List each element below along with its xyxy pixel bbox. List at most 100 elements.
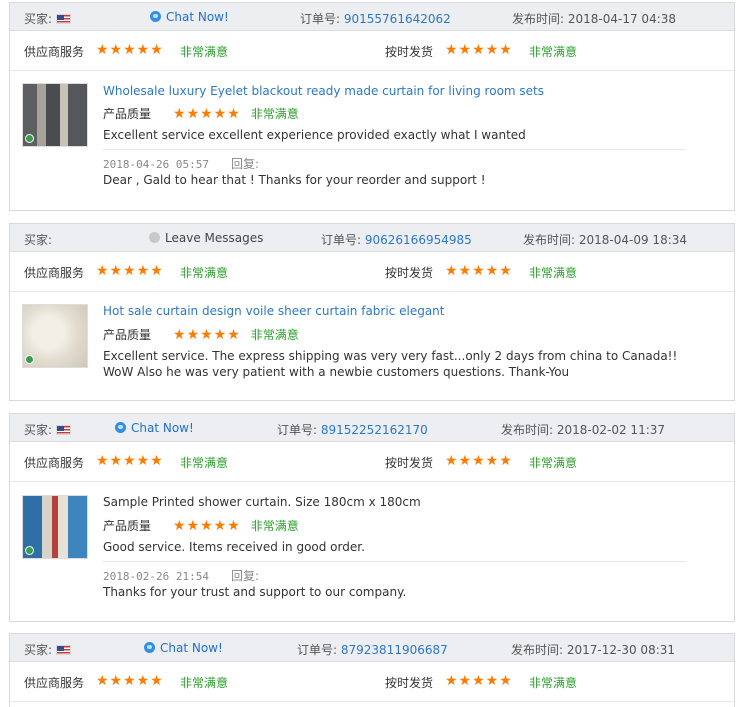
product-thumbnail[interactable] bbox=[22, 304, 88, 368]
product-thumbnail[interactable] bbox=[22, 495, 88, 559]
product-link[interactable]: Hot sale curtain design voile sheer curt… bbox=[103, 304, 444, 318]
order-number-link[interactable]: 87923811906687 bbox=[341, 643, 448, 657]
order-number-link[interactable]: 90155761642062 bbox=[344, 12, 451, 26]
publish-label: 发布时间: bbox=[511, 643, 564, 657]
buyer-field: 买家: bbox=[24, 421, 72, 438]
us-flag-icon bbox=[56, 425, 72, 435]
order-number-link[interactable]: 89152252162170 bbox=[321, 423, 428, 437]
us-flag-icon bbox=[56, 645, 72, 655]
publish-time: 2018-04-17 04:38 bbox=[567, 12, 677, 26]
chat-now-label: Chat Now! bbox=[131, 421, 194, 435]
satisfaction-text: 非常满意 bbox=[250, 519, 299, 533]
quality-rating: 产品质量 ★★★★★ 非常满意 bbox=[103, 517, 299, 534]
badge-icon bbox=[25, 134, 34, 143]
rating-row: 供应商服务 ★★★★★ 非常满意 按时发货 ★★★★★ 非常满意 bbox=[10, 442, 734, 482]
on-time-label: 按时发货 bbox=[385, 456, 434, 470]
rating-row: 供应商服务 ★★★★★ 非常满意 按时发货 ★★★★★ 非常满意 bbox=[10, 252, 734, 292]
rating-row: 供应商服务 ★★★★★ 非常满意 按时发货 ★★★★★ 非常满意 bbox=[10, 662, 734, 702]
offline-status-icon bbox=[149, 232, 160, 243]
reply-date: 2018-02-26 21:54 bbox=[103, 570, 209, 583]
badge-icon bbox=[25, 355, 34, 364]
order-label: 订单号: bbox=[277, 423, 318, 437]
star-rating-icon: ★★★★★ bbox=[173, 106, 241, 122]
on-time-label: 按时发货 bbox=[385, 45, 434, 59]
reply-label: 回复: bbox=[230, 157, 260, 171]
review-header: 买家: Chat Now! 订单号: 89152252162170 发布时间: … bbox=[10, 414, 734, 442]
publish-label: 发布时间: bbox=[523, 233, 576, 247]
buyer-field: 买家: bbox=[24, 10, 72, 27]
order-field: 订单号: 90155761642062 bbox=[300, 10, 451, 27]
on-time-label: 按时发货 bbox=[385, 266, 434, 280]
buyer-label: 买家: bbox=[24, 643, 53, 657]
chat-bubble-icon bbox=[115, 422, 126, 433]
buyer-field: 买家: bbox=[24, 641, 72, 658]
rating-row: 供应商服务 ★★★★★ 非常满意 按时发货 ★★★★★ 非常满意 bbox=[10, 31, 734, 71]
reply-label: 回复: bbox=[230, 569, 260, 583]
review-header: 买家: Chat Now! 订单号: 90155761642062 发布时间: … bbox=[10, 3, 734, 31]
reply-text: Dear , Gald to hear that ! Thanks for yo… bbox=[103, 173, 486, 187]
review-comment: Excellent service. The express shipping … bbox=[103, 349, 678, 379]
review-comment: Good service. Items received in good ord… bbox=[103, 540, 365, 554]
star-rating-icon: ★★★★★ bbox=[173, 327, 241, 343]
satisfaction-text: 非常满意 bbox=[180, 45, 229, 59]
leave-messages-link[interactable]: Leave Messages bbox=[149, 231, 263, 245]
star-rating-icon: ★★★★★ bbox=[96, 673, 164, 689]
product-thumbnail[interactable] bbox=[22, 83, 88, 147]
product-link[interactable]: Wholesale luxury Eyelet blackout ready m… bbox=[103, 84, 544, 98]
chat-now-label: Chat Now! bbox=[166, 10, 229, 24]
supplier-service-label: 供应商服务 bbox=[24, 45, 85, 59]
supplier-service-label: 供应商服务 bbox=[24, 266, 85, 280]
order-number-link[interactable]: 90626166954985 bbox=[365, 233, 472, 247]
publish-time: 2018-02-02 11:37 bbox=[556, 423, 666, 437]
order-label: 订单号: bbox=[300, 12, 341, 26]
satisfaction-text: 非常满意 bbox=[529, 45, 578, 59]
reply-text: Thanks for your trust and support to our… bbox=[103, 585, 407, 599]
satisfaction-text: 非常满意 bbox=[529, 456, 578, 470]
star-rating-icon: ★★★★★ bbox=[96, 453, 164, 469]
publish-label: 发布时间: bbox=[501, 423, 554, 437]
star-rating-icon: ★★★★★ bbox=[445, 453, 513, 469]
on-time-label: 按时发货 bbox=[385, 676, 434, 690]
divider bbox=[103, 149, 686, 150]
quality-rating: 产品质量 ★★★★★ 非常满意 bbox=[103, 326, 299, 343]
publish-time: 2018-04-09 18:34 bbox=[578, 233, 688, 247]
satisfaction-text: 非常满意 bbox=[529, 266, 578, 280]
satisfaction-text: 非常满意 bbox=[180, 266, 229, 280]
reply-meta: 2018-02-26 21:54 回复: bbox=[103, 567, 259, 584]
buyer-label: 买家: bbox=[24, 233, 53, 247]
buyer-label: 买家: bbox=[24, 423, 53, 437]
satisfaction-text: 非常满意 bbox=[250, 107, 299, 121]
review-comment: Excellent service excellent experience p… bbox=[103, 128, 526, 142]
product-title[interactable]: Sample Printed shower curtain. Size 180c… bbox=[103, 495, 421, 509]
review-card: 买家: Chat Now! 订单号: 87923811906687 发布时间: … bbox=[9, 633, 735, 707]
quality-label: 产品质量 bbox=[103, 328, 152, 342]
buyer-field: 买家: bbox=[24, 231, 52, 248]
publish-label: 发布时间: bbox=[512, 12, 565, 26]
chat-now-link[interactable]: Chat Now! bbox=[144, 641, 223, 655]
star-rating-icon: ★★★★★ bbox=[173, 518, 241, 534]
order-field: 订单号: 90626166954985 bbox=[321, 231, 472, 248]
star-rating-icon: ★★★★★ bbox=[445, 673, 513, 689]
satisfaction-text: 非常满意 bbox=[250, 328, 299, 342]
chat-now-link[interactable]: Chat Now! bbox=[115, 421, 194, 435]
chat-now-label: Chat Now! bbox=[160, 641, 223, 655]
review-header: 买家: Chat Now! 订单号: 87923811906687 发布时间: … bbox=[10, 634, 734, 662]
divider bbox=[103, 561, 686, 562]
chat-now-link[interactable]: Chat Now! bbox=[150, 10, 229, 24]
chat-bubble-icon bbox=[144, 642, 155, 653]
order-label: 订单号: bbox=[297, 643, 338, 657]
publish-field: 发布时间: 2018-02-02 11:37 bbox=[501, 421, 665, 438]
chat-bubble-icon bbox=[150, 11, 161, 22]
publish-time: 2017-12-30 08:31 bbox=[566, 643, 676, 657]
review-card: 买家: Chat Now! 订单号: 90155761642062 发布时间: … bbox=[9, 2, 735, 211]
supplier-service-label: 供应商服务 bbox=[24, 676, 85, 690]
publish-field: 发布时间: 2018-04-09 18:34 bbox=[523, 231, 687, 248]
star-rating-icon: ★★★★★ bbox=[96, 42, 164, 58]
star-rating-icon: ★★★★★ bbox=[96, 263, 164, 279]
quality-label: 产品质量 bbox=[103, 519, 152, 533]
badge-icon bbox=[25, 546, 34, 555]
publish-field: 发布时间: 2018-04-17 04:38 bbox=[512, 10, 676, 27]
review-header: 买家: Leave Messages 订单号: 90626166954985 发… bbox=[10, 224, 734, 252]
buyer-label: 买家: bbox=[24, 12, 53, 26]
order-label: 订单号: bbox=[321, 233, 362, 247]
